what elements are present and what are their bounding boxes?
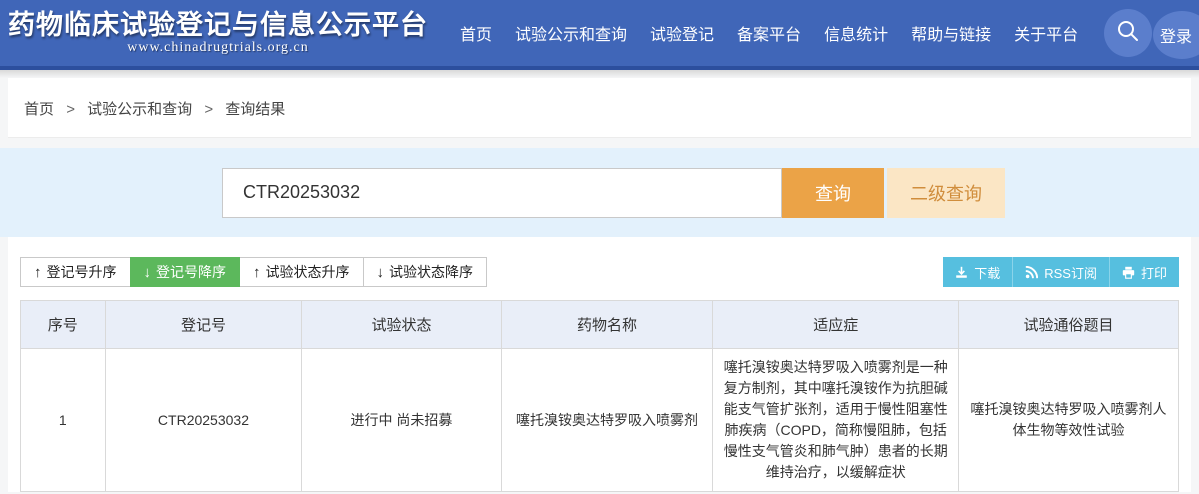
action-label: 下载	[974, 263, 1000, 282]
site-url: www.chinadrugtrials.org.cn	[8, 40, 428, 56]
sort-label: 试验状态升序	[266, 262, 350, 282]
sort-regno-asc-button[interactable]: ↑ 登记号升序	[20, 257, 131, 287]
breadcrumb-trial-search[interactable]: 试验公示和查询	[87, 101, 192, 118]
table-header-row: 序号 登记号 试验状态 药物名称 适应症 试验通俗题目	[21, 301, 1179, 349]
site-header: 药物临床试验登记与信息公示平台 www.chinadrugtrials.org.…	[0, 0, 1199, 70]
action-button-group: 下载 RSS订阅	[943, 257, 1179, 287]
nav-item-help-links[interactable]: 帮助与链接	[911, 21, 991, 45]
rss-icon	[1025, 266, 1038, 279]
search-band: 查询 二级查询	[0, 148, 1199, 237]
print-button[interactable]: 打印	[1109, 257, 1179, 287]
cell-drugname: 噻托溴铵奥达特罗吸入喷雾剂	[501, 349, 713, 492]
site-logo[interactable]: 药物临床试验登记与信息公示平台 www.chinadrugtrials.org.…	[8, 10, 428, 56]
col-header-status: 试验状态	[302, 301, 501, 349]
cell-regno: CTR20253032	[105, 349, 302, 492]
sort-regno-desc-button[interactable]: ↓ 登记号降序	[130, 257, 241, 287]
breadcrumb-separator: >	[204, 101, 213, 118]
breadcrumb-home[interactable]: 首页	[24, 101, 54, 118]
col-header-regno: 登记号	[105, 301, 302, 349]
sort-label: 登记号升序	[47, 262, 117, 282]
action-label: 打印	[1141, 263, 1167, 282]
breadcrumb-separator: >	[66, 101, 75, 118]
action-label: RSS订阅	[1044, 263, 1097, 282]
sort-status-asc-button[interactable]: ↑ 试验状态升序	[239, 257, 364, 287]
cell-indication: 噻托溴铵奥达特罗吸入喷雾剂是一种复方制剂，其中噻托溴铵作为抗胆碱能支气管扩张剂，…	[713, 349, 958, 492]
results-section: ↑ 登记号升序 ↓ 登记号降序 ↑ 试验状态升序 ↓ 试验状态降序	[8, 237, 1191, 492]
table-row[interactable]: 1 CTR20253032 进行中 尚未招募 噻托溴铵奥达特罗吸入喷雾剂 噻托溴…	[21, 349, 1179, 492]
query-button[interactable]: 查询	[782, 168, 884, 218]
col-header-seq: 序号	[21, 301, 106, 349]
rss-button[interactable]: RSS订阅	[1012, 257, 1109, 287]
results-toolbar: ↑ 登记号升序 ↓ 登记号降序 ↑ 试验状态升序 ↓ 试验状态降序	[20, 257, 1179, 287]
nav-item-trial-register[interactable]: 试验登记	[650, 21, 714, 45]
header-search-button[interactable]	[1104, 9, 1152, 57]
sort-status-desc-button[interactable]: ↓ 试验状态降序	[363, 257, 488, 287]
download-button[interactable]: 下载	[943, 257, 1012, 287]
cell-seq: 1	[21, 349, 106, 492]
header-shadow	[0, 70, 1199, 78]
login-button[interactable]: 登录	[1153, 11, 1199, 59]
breadcrumb: 首页 > 试验公示和查询 > 查询结果	[8, 78, 1191, 138]
col-header-public-title: 试验通俗题目	[958, 301, 1178, 349]
print-icon	[1122, 266, 1135, 279]
nav-item-trial-search[interactable]: 试验公示和查询	[515, 21, 627, 45]
cell-status: 进行中 尚未招募	[302, 349, 501, 492]
login-label: 登录	[1160, 23, 1192, 47]
search-group: 查询 二级查询	[222, 168, 1005, 218]
download-icon	[955, 266, 968, 279]
arrow-up-icon: ↑	[34, 264, 42, 281]
arrow-down-icon: ↓	[144, 264, 152, 281]
nav-item-about[interactable]: 关于平台	[1014, 21, 1078, 45]
sort-label: 试验状态降序	[389, 262, 473, 282]
main-nav: 首页 试验公示和查询 试验登记 备案平台 信息统计 帮助与链接 关于平台	[460, 21, 1078, 45]
arrow-down-icon: ↓	[377, 264, 385, 281]
col-header-drugname: 药物名称	[501, 301, 713, 349]
nav-item-filing-platform[interactable]: 备案平台	[737, 21, 801, 45]
search-input[interactable]	[222, 168, 782, 218]
col-header-indication: 适应症	[713, 301, 958, 349]
sort-label: 登记号降序	[156, 262, 226, 282]
nav-item-home[interactable]: 首页	[460, 21, 492, 45]
arrow-up-icon: ↑	[253, 264, 261, 281]
sort-button-group: ↑ 登记号升序 ↓ 登记号降序 ↑ 试验状态升序 ↓ 试验状态降序	[20, 257, 487, 287]
results-table: 序号 登记号 试验状态 药物名称 适应症 试验通俗题目 1 CTR2025303…	[20, 300, 1179, 492]
search-icon	[1115, 18, 1141, 49]
nav-item-statistics[interactable]: 信息统计	[824, 21, 888, 45]
breadcrumb-current: 查询结果	[225, 101, 285, 118]
cell-public-title: 噻托溴铵奥达特罗吸入喷雾剂人体生物等效性试验	[958, 349, 1178, 492]
advanced-query-button[interactable]: 二级查询	[887, 168, 1005, 218]
site-title: 药物临床试验登记与信息公示平台	[8, 10, 428, 40]
